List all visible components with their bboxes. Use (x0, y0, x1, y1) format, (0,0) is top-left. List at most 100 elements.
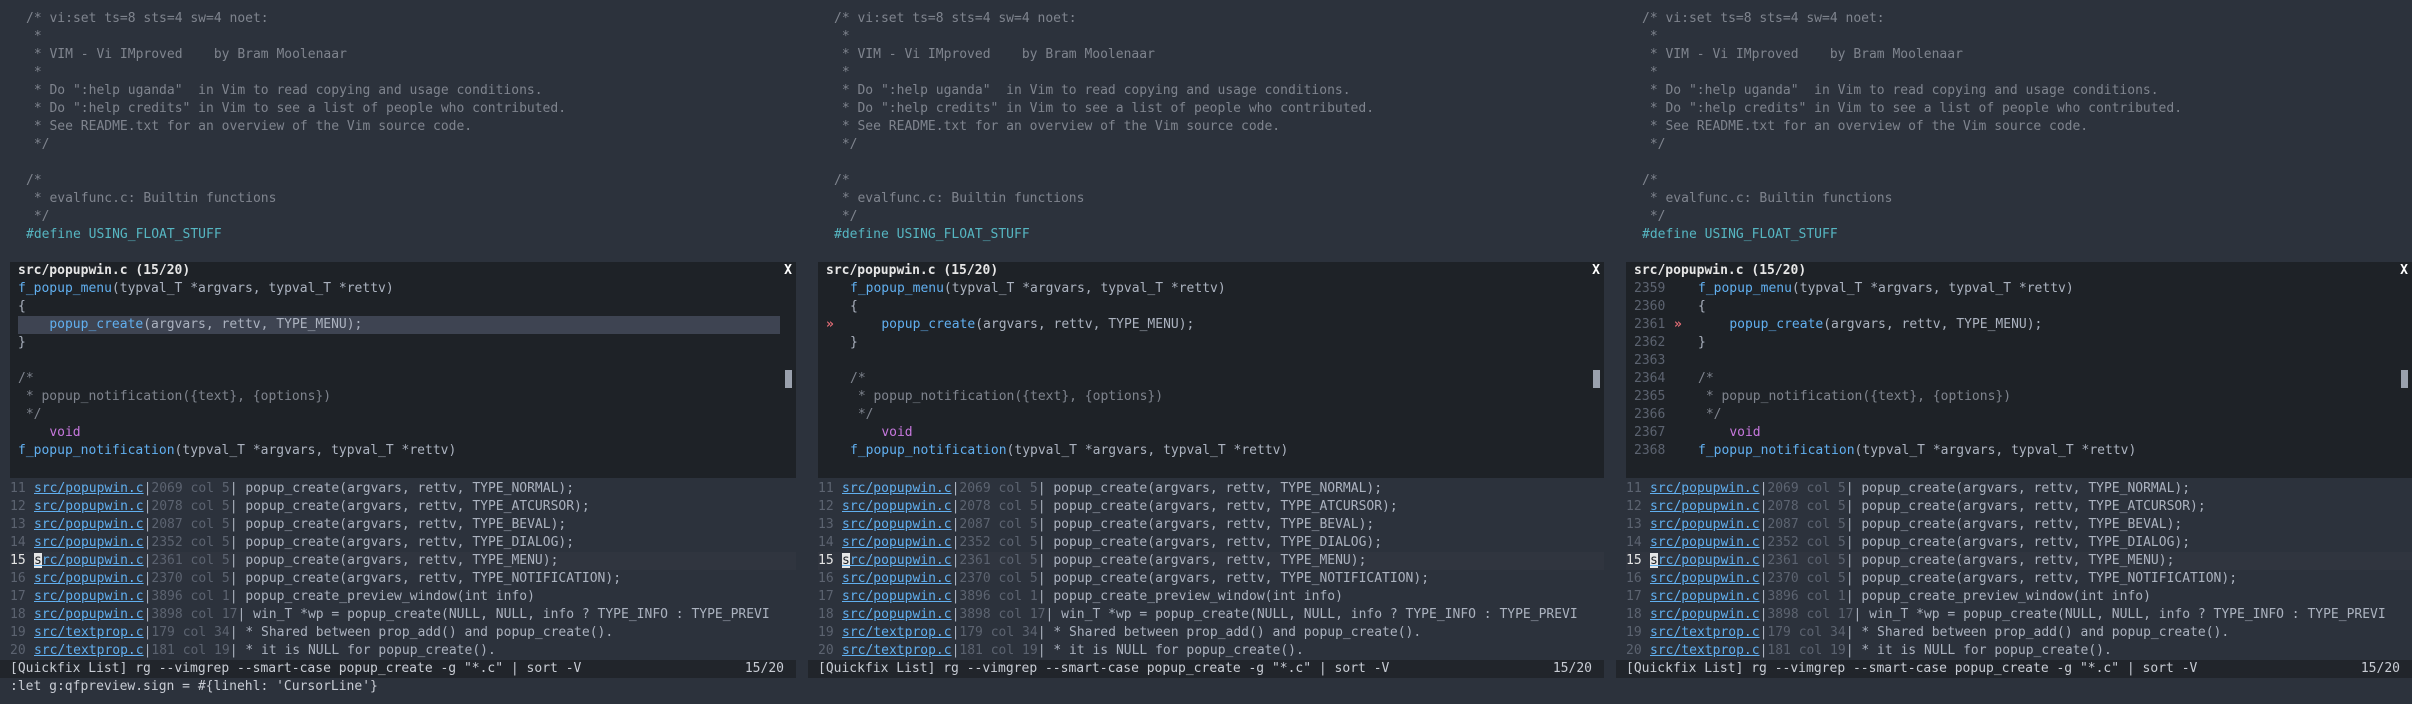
entry-filename[interactable]: src/popupwin.c (842, 589, 952, 604)
quickfix-entry[interactable]: 20 src/textprop.c|181 col 19| * it is NUL… (1626, 642, 2412, 660)
entry-filename[interactable]: src/popupwin.c (842, 481, 952, 496)
entry-filename[interactable]: src/popupwin.c (842, 499, 952, 514)
quickfix-entry[interactable]: 15 src/popupwin.c|2361 col 5| popup_creat… (1626, 552, 2412, 570)
source-line: /* vi:set ts=8 sts=4 sw=4 noet: (834, 11, 1077, 26)
quickfix-entry[interactable]: 16 src/popupwin.c|2370 col 5| popup_creat… (1626, 570, 2412, 588)
entry-filename[interactable]: src/popupwin.c (1650, 481, 1760, 496)
quickfix-entry[interactable]: 15 src/popupwin.c|2361 col 5| popup_creat… (818, 552, 1604, 570)
popup-scrollbar-thumb[interactable] (785, 370, 792, 388)
popup-scrollbar-thumb[interactable] (1593, 370, 1600, 388)
entry-index: 13 (818, 517, 834, 532)
quickfix-entry[interactable]: 19 src/textprop.c|179 col 34| * Shared be… (10, 624, 796, 642)
entry-filename[interactable]: src/popupwin.c (1650, 589, 1760, 604)
quickfix-entry[interactable]: 14 src/popupwin.c|2352 col 5| popup_creat… (10, 534, 796, 552)
entry-index: 17 (10, 589, 26, 604)
entry-filename[interactable]: src/textprop.c (34, 643, 144, 658)
popup-code-line: * popup_notification({text}, {options}) (10, 388, 796, 406)
separator: | (1845, 517, 1854, 532)
entry-filename[interactable]: src/popupwin.c (1650, 553, 1760, 568)
entry-index: 18 (10, 607, 26, 622)
separator: | (1845, 589, 1854, 604)
code-token: popup_create (881, 317, 976, 332)
source-line: * VIM - Vi IMproved by Bram Moolenaar (834, 47, 1155, 62)
quickfix-list: 11 src/popupwin.c|2069 col 5| popup_creat… (1626, 480, 2412, 660)
quickfix-entry[interactable]: 14 src/popupwin.c|2352 col 5| popup_creat… (1626, 534, 2412, 552)
quickfix-entry[interactable]: 18 src/popupwin.c|3898 col 17| win_T *wp … (818, 606, 1604, 624)
quickfix-entry[interactable]: 19 src/textprop.c|179 col 34| * Shared be… (1626, 624, 2412, 642)
entry-text: * it is NULL for popup_create(). (237, 643, 496, 658)
entry-filename[interactable]: src/popupwin.c (842, 517, 952, 532)
entry-filename[interactable]: src/popupwin.c (34, 481, 144, 496)
quickfix-entry[interactable]: 16 src/popupwin.c|2370 col 5| popup_creat… (10, 570, 796, 588)
source-line (834, 154, 1630, 172)
command-line[interactable]: :let g:qfpreview.sign = #{linehl: 'Curso… (10, 678, 378, 696)
quickfix-entry[interactable]: 18 src/popupwin.c|3898 col 17| win_T *wp … (1626, 606, 2412, 624)
quickfix-entry[interactable]: 11 src/popupwin.c|2069 col 5| popup_creat… (818, 480, 1604, 498)
quickfix-entry[interactable]: 16 src/popupwin.c|2370 col 5| popup_creat… (818, 570, 1604, 588)
source-line: * (834, 65, 850, 80)
entry-filename[interactable]: src/popupwin.c (842, 553, 952, 568)
entry-position: 2361 col 5 (1767, 553, 1846, 568)
entry-position: 3896 col 1 (1767, 589, 1846, 604)
entry-position: 2370 col 5 (959, 571, 1038, 586)
quickfix-entry[interactable]: 14 src/popupwin.c|2352 col 5| popup_creat… (818, 534, 1604, 552)
popup-close-button[interactable]: X (1592, 262, 1600, 280)
quickfix-entry[interactable]: 20 src/textprop.c|181 col 19| * it is NUL… (10, 642, 796, 660)
entry-index: 12 (10, 499, 26, 514)
entry-text: * Shared between prop_add() and popup_cr… (1045, 625, 1422, 640)
entry-position: 2078 col 5 (1767, 499, 1846, 514)
source-line (26, 154, 822, 172)
entry-position: 2361 col 5 (151, 553, 230, 568)
entry-filename[interactable]: src/textprop.c (1650, 643, 1760, 658)
entry-filename[interactable]: src/popupwin.c (842, 571, 952, 586)
quickfix-entry[interactable]: 13 src/popupwin.c|2087 col 5| popup_creat… (10, 516, 796, 534)
entry-text: popup_create(argvars, rettv, TYPE_ATCURS… (1045, 499, 1398, 514)
preview-popup: src/popupwin.c (15/20) X 2359 f_popup_menu(… (1626, 262, 2412, 478)
entry-filename[interactable]: src/popupwin.c (842, 535, 952, 550)
entry-filename[interactable]: src/textprop.c (34, 625, 144, 640)
quickfix-entry[interactable]: 11 src/popupwin.c|2069 col 5| popup_creat… (10, 480, 796, 498)
quickfix-entry[interactable]: 13 src/popupwin.c|2087 col 5| popup_creat… (818, 516, 1604, 534)
quickfix-entry[interactable]: 20 src/textprop.c|181 col 19| * it is NUL… (818, 642, 1604, 660)
quickfix-entry[interactable]: 12 src/popupwin.c|2078 col 5| popup_creat… (818, 498, 1604, 516)
entry-filename[interactable]: src/popupwin.c (1650, 571, 1760, 586)
entry-filename[interactable]: src/popupwin.c (1650, 535, 1760, 550)
code-token: { (1698, 299, 1706, 314)
quickfix-entry[interactable]: 17 src/popupwin.c|3896 col 1| popup_creat… (818, 588, 1604, 606)
popup-close-button[interactable]: X (2400, 262, 2408, 280)
popup-scrollbar-thumb[interactable] (2401, 370, 2408, 388)
quickfix-entry[interactable]: 17 src/popupwin.c|3896 col 1| popup_creat… (10, 588, 796, 606)
quickfix-entry[interactable]: 12 src/popupwin.c|2078 col 5| popup_creat… (1626, 498, 2412, 516)
source-buffer: /* vi:set ts=8 sts=4 sw=4 noet: * * VIM … (1616, 10, 2412, 244)
entry-filename[interactable]: src/popupwin.c (34, 499, 144, 514)
entry-filename[interactable]: src/textprop.c (842, 625, 952, 640)
entry-filename[interactable]: src/popupwin.c (1650, 499, 1760, 514)
entry-filename[interactable]: src/textprop.c (842, 643, 952, 658)
code-token: * popup_notification({text}, {options}) (18, 389, 332, 404)
entry-filename[interactable]: src/popupwin.c (34, 589, 144, 604)
entry-filename[interactable]: src/popupwin.c (34, 607, 144, 622)
quickfix-entry[interactable]: 12 src/popupwin.c|2078 col 5| popup_creat… (10, 498, 796, 516)
entry-filename[interactable]: src/textprop.c (1650, 625, 1760, 640)
entry-text: * it is NULL for popup_create(). (1853, 643, 2112, 658)
popup-close-button[interactable]: X (784, 262, 792, 280)
entry-filename[interactable]: src/popupwin.c (34, 553, 144, 568)
quickfix-entry[interactable]: 19 src/textprop.c|179 col 34| * Shared be… (818, 624, 1604, 642)
line-number: 2365 (1634, 389, 1666, 404)
entry-filename[interactable]: src/popupwin.c (1650, 517, 1760, 532)
entry-filename[interactable]: src/popupwin.c (34, 517, 144, 532)
quickfix-entry[interactable]: 11 src/popupwin.c|2069 col 5| popup_creat… (1626, 480, 2412, 498)
entry-filename[interactable]: src/popupwin.c (842, 607, 952, 622)
quickfix-entry[interactable]: 15 src/popupwin.c|2361 col 5| popup_creat… (10, 552, 796, 570)
quickfix-entry[interactable]: 13 src/popupwin.c|2087 col 5| popup_creat… (1626, 516, 2412, 534)
entry-filename[interactable]: src/popupwin.c (34, 535, 144, 550)
entry-position: 179 col 34 (1767, 625, 1846, 640)
quickfix-entry[interactable]: 18 src/popupwin.c|3898 col 17| win_T *wp … (10, 606, 796, 624)
entry-text: popup_create(argvars, rettv, TYPE_ATCURS… (237, 499, 590, 514)
entry-filename[interactable]: src/popupwin.c (34, 571, 144, 586)
entry-filename[interactable]: src/popupwin.c (1650, 607, 1760, 622)
popup-code-line (10, 352, 796, 370)
quickfix-entry[interactable]: 17 src/popupwin.c|3896 col 1| popup_creat… (1626, 588, 2412, 606)
source-line: */ (1642, 209, 1666, 224)
